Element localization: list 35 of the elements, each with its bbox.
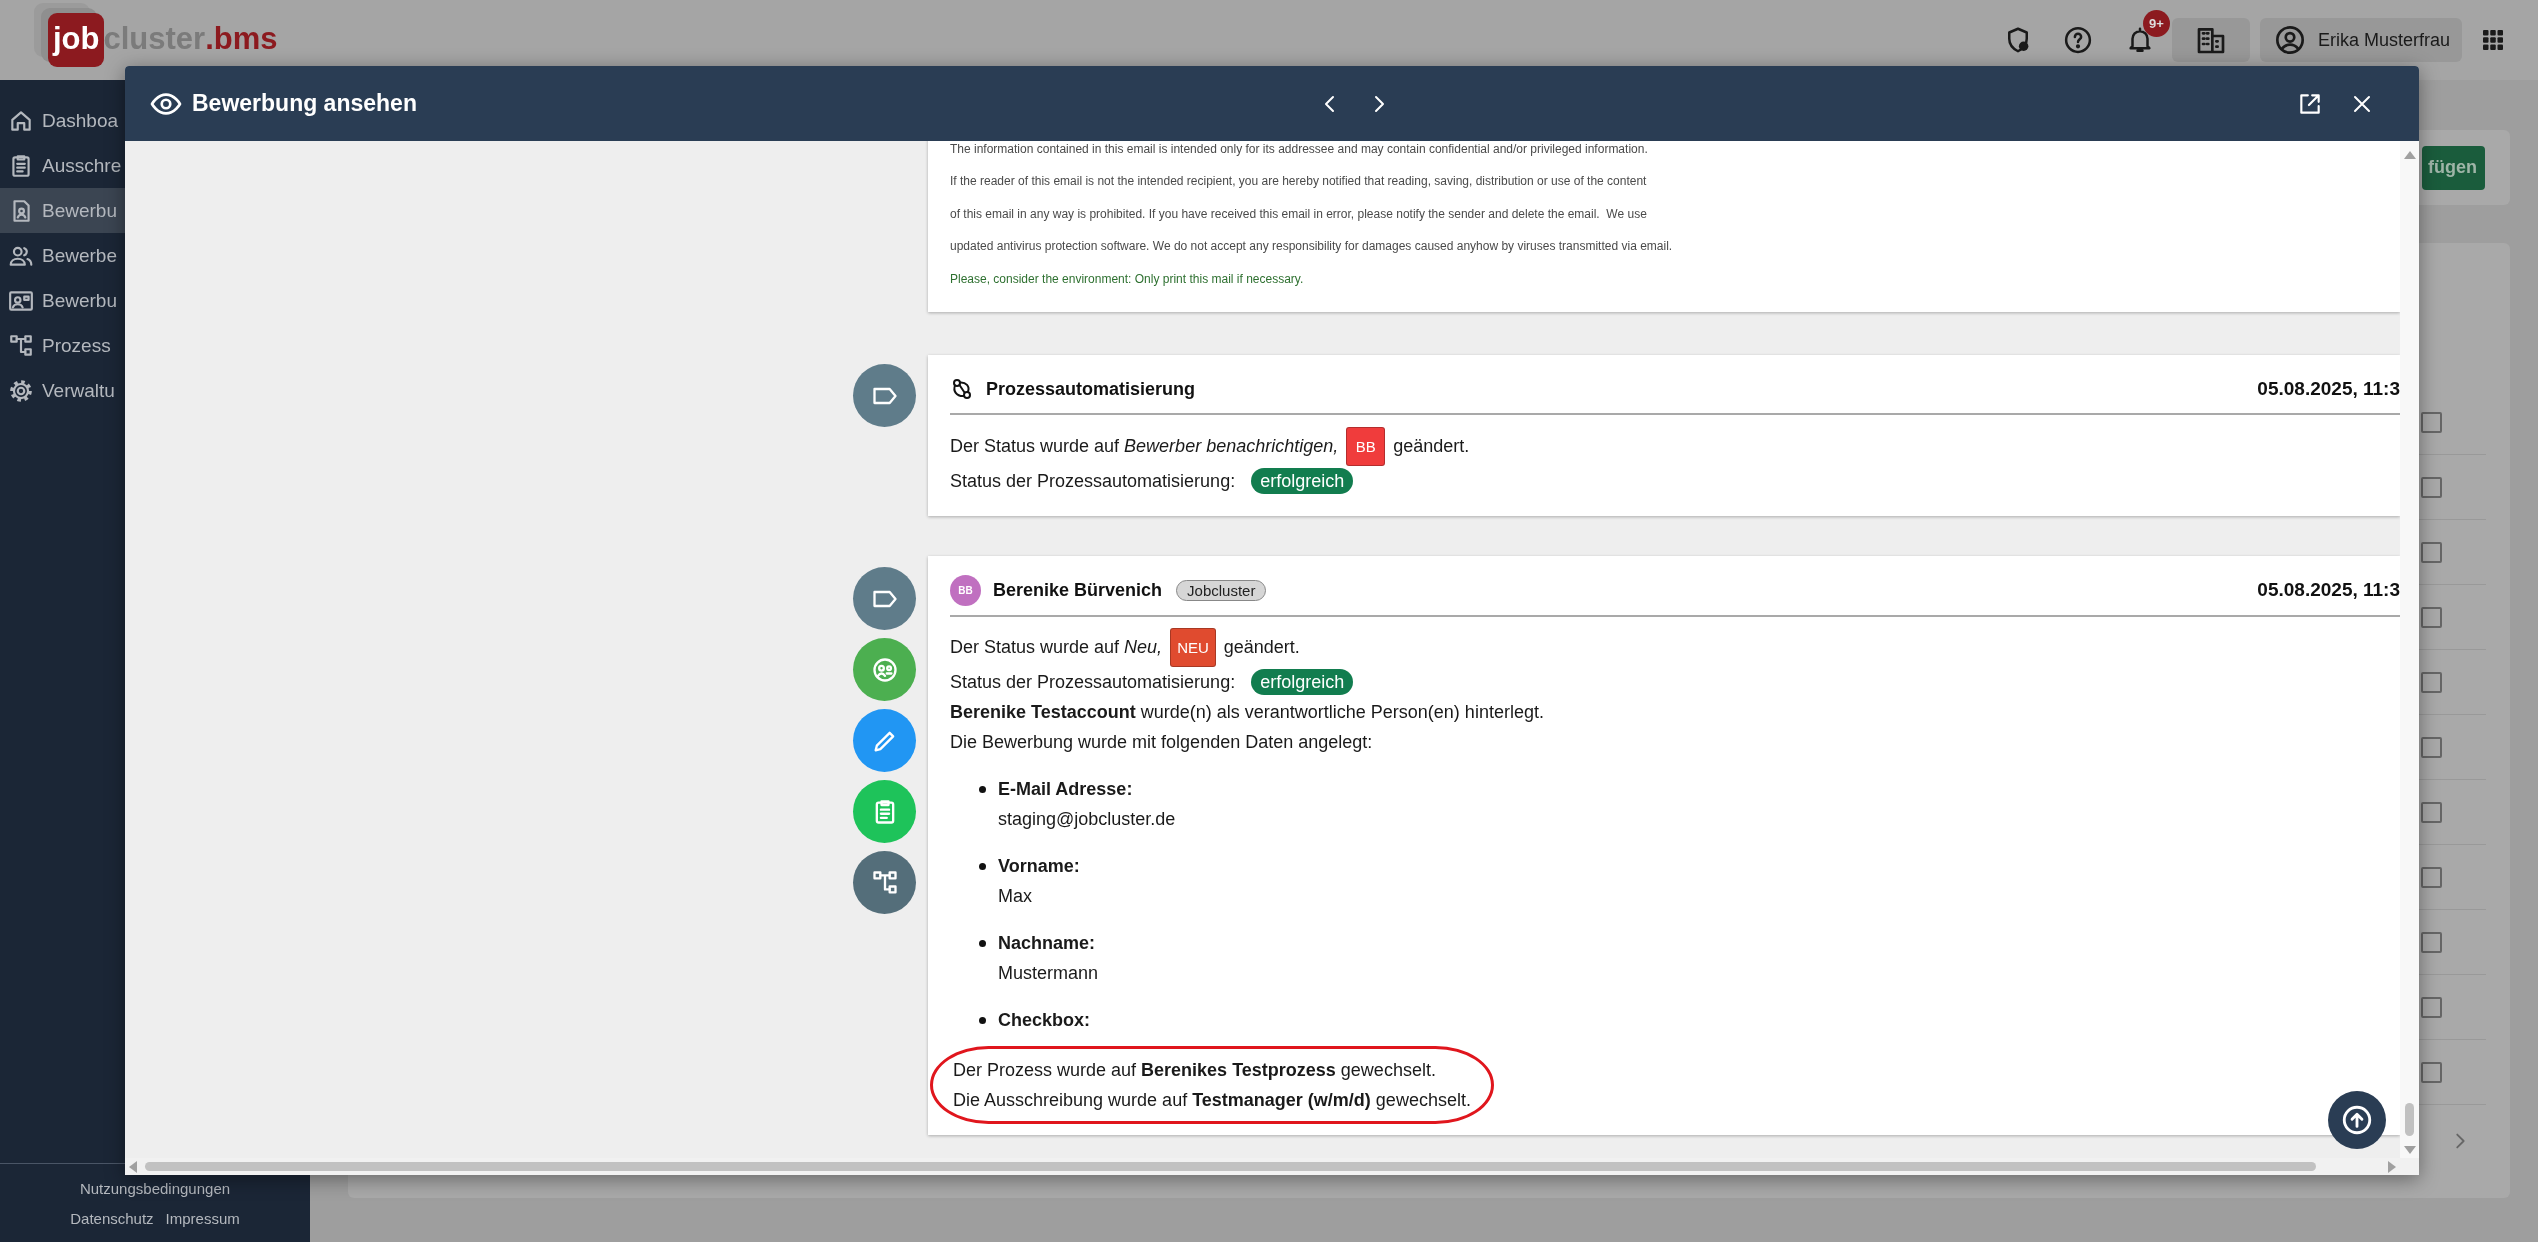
entry-date: 05.08.2025, 11:3 (2257, 378, 2400, 401)
email-disclaimer-line: The information contained in this email is intended only for its addressee and may contain confidential and/or privileged information. (950, 141, 1649, 158)
field-value: Mustermann (998, 962, 1099, 986)
history-text: Die Ausschreibung wurde auf Testmanager (w/m/d) gewechselt. (953, 1089, 1471, 1113)
email-disclaimer-line: of this email in any way is prohibited. If you have received this email in error, please notify the sender and delete the email. We use (950, 205, 1648, 223)
history-text: Der Prozess wurde auf Berenikes Testprozess gewechselt. (953, 1059, 1437, 1083)
email-disclaimer-line: updated antivirus protection software. We do not accept any responsibility for damages caused anyhow by viruses transmitted via email. (950, 238, 1674, 256)
status-badge: BB (1346, 427, 1386, 467)
status-badge: NEU (1170, 628, 1216, 668)
status-text: geändert. (1223, 637, 1300, 659)
author-name: Berenike Bürvenich (993, 579, 1163, 601)
status-text: Der Status wurde auf Bewerber benachrichtigen, (950, 436, 1339, 458)
logo-suffix: .bms (205, 21, 278, 57)
field-value: staging@jobcluster.de (998, 808, 1176, 832)
success-badge: erfolgreich (1251, 468, 1354, 495)
entry-title: Prozessautomatisierung (986, 378, 1196, 400)
history-text: Die Bewerbung wurde mit folgenden Daten angelegt: (950, 731, 1373, 753)
field-label: Nachname: (998, 932, 1097, 956)
email-disclaimer-line: Please, consider the environment: Only print this mail if necessary. (950, 270, 1305, 288)
notification-badge: 9+ (2143, 10, 2170, 37)
status-text: geändert. (1393, 436, 1470, 458)
field-label: Vorname: (998, 855, 1080, 879)
entry-date: 05.08.2025, 11:3 (2257, 579, 2400, 602)
avatar: BB (950, 574, 981, 606)
dialog-title: Bewerbung ansehen (192, 90, 417, 117)
field-label: E-Mail Adresse: (998, 778, 1134, 802)
automation-status-label: Status der Prozessautomatisierung: (950, 470, 1236, 492)
history-text: Berenike Testaccount wurde(n) als verantwortliche Person(en) hinterlegt. (950, 701, 1544, 723)
status-text: Der Status wurde auf Neu, (950, 637, 1163, 659)
automation-status-label: Status der Prozessautomatisierung: (950, 671, 1236, 693)
email-disclaimer-line: If the reader of this email is not the intended recipient, you are hereby notified that reading, saving, distribution or use of the content (950, 173, 1648, 191)
field-label: Checkbox: (998, 1009, 1091, 1033)
company-tag: Jobcluster (1176, 579, 1267, 601)
success-badge: erfolgreich (1251, 669, 1354, 696)
field-value: Max (998, 885, 1033, 909)
